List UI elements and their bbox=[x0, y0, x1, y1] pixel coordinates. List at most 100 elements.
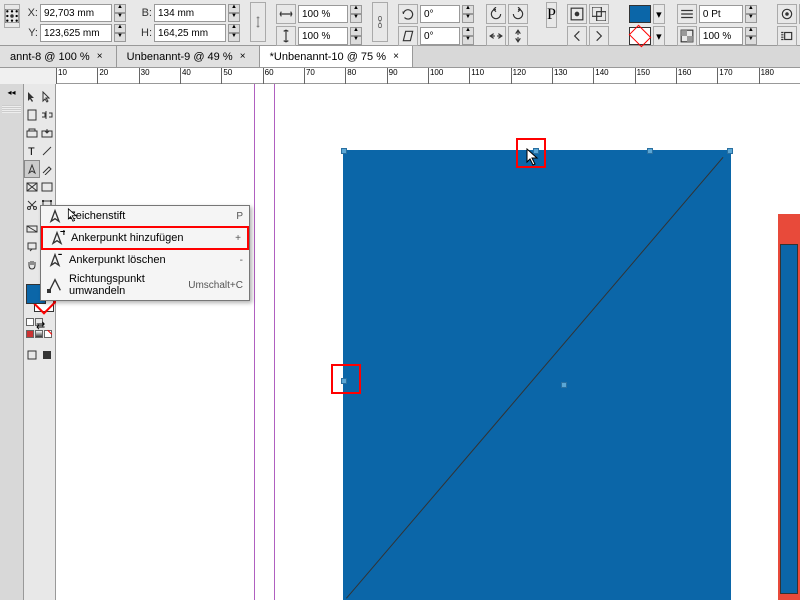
ruler-tick: 20 bbox=[97, 68, 138, 84]
scale-y-stepper[interactable]: ▲▼ bbox=[350, 27, 362, 45]
reference-point-icon[interactable] bbox=[4, 4, 20, 28]
scissors-tool[interactable] bbox=[24, 196, 40, 214]
ruler-tick: 120 bbox=[511, 68, 552, 84]
shear-input[interactable] bbox=[420, 27, 460, 45]
selection-tool[interactable] bbox=[24, 88, 40, 106]
w-stepper[interactable]: ▲▼ bbox=[228, 4, 240, 22]
h-input[interactable] bbox=[154, 24, 226, 42]
fill-dropdown-icon[interactable]: ▾ bbox=[653, 4, 665, 24]
pencil-tool[interactable] bbox=[40, 160, 55, 178]
normal-view-icon[interactable] bbox=[24, 346, 40, 364]
horizontal-ruler[interactable]: 1020304050607080901001101201301401501601… bbox=[56, 68, 800, 84]
tab-doc-2[interactable]: Unbenannt-9 @ 49 % × bbox=[117, 46, 260, 67]
scale-y-input[interactable] bbox=[298, 27, 348, 45]
close-icon[interactable]: × bbox=[94, 51, 106, 63]
anchor-handle[interactable] bbox=[647, 148, 653, 154]
rotate-input[interactable] bbox=[420, 5, 460, 23]
hand-tool[interactable] bbox=[24, 256, 40, 274]
link-scale-icon[interactable] bbox=[372, 2, 388, 42]
type-tool[interactable]: T bbox=[24, 142, 40, 160]
ruler-tick: 160 bbox=[676, 68, 717, 84]
select-next-icon[interactable] bbox=[589, 26, 609, 46]
ruler-tick: 170 bbox=[717, 68, 758, 84]
preview-view-icon[interactable] bbox=[40, 346, 56, 364]
stroke-stepper[interactable]: ▲▼ bbox=[745, 5, 757, 23]
stroke-input[interactable] bbox=[699, 5, 743, 23]
page-tool[interactable] bbox=[24, 106, 40, 124]
w-input[interactable] bbox=[154, 4, 226, 22]
rotate-ccw-icon[interactable] bbox=[486, 4, 506, 24]
apply-gradient-icon[interactable] bbox=[35, 330, 43, 338]
flip-v-icon[interactable] bbox=[508, 26, 528, 46]
cursor-icon bbox=[67, 208, 79, 225]
gradient-swatch-tool[interactable] bbox=[24, 220, 40, 238]
select-container-icon[interactable] bbox=[567, 4, 587, 24]
x-stepper[interactable]: ▲▼ bbox=[114, 4, 126, 22]
rot-stepper[interactable]: ▲▼ bbox=[462, 5, 474, 23]
menu-shortcut: Umschalt+C bbox=[188, 280, 243, 291]
flip-h-icon[interactable] bbox=[486, 26, 506, 46]
ruler-tick: 60 bbox=[263, 68, 304, 84]
opacity-input[interactable] bbox=[699, 27, 743, 45]
paragraph-icon[interactable]: P bbox=[546, 2, 557, 28]
y-stepper[interactable]: ▲▼ bbox=[114, 24, 126, 42]
constrain-icon[interactable] bbox=[250, 2, 266, 42]
menu-label: Ankerpunkt hinzufügen bbox=[71, 232, 229, 244]
stroke-dropdown-icon[interactable]: ▾ bbox=[653, 26, 665, 46]
svg-text:+: + bbox=[60, 230, 65, 241]
note-tool[interactable] bbox=[24, 238, 40, 256]
menu-item-convert-point[interactable]: Richtungspunkt umwandeln Umschalt+C bbox=[41, 270, 249, 300]
rectangle-frame-tool[interactable] bbox=[24, 178, 40, 196]
gap-tool[interactable] bbox=[40, 106, 56, 124]
ruler-tick: 80 bbox=[345, 68, 386, 84]
opacity-stepper[interactable]: ▲▼ bbox=[745, 27, 757, 45]
y-input[interactable] bbox=[40, 24, 112, 42]
text-wrap-icon[interactable] bbox=[777, 26, 797, 46]
menu-shortcut: + bbox=[235, 233, 241, 244]
menu-item-add-anchor[interactable]: + Ankerpunkt hinzufügen + bbox=[41, 226, 249, 250]
anchor-handle[interactable] bbox=[727, 148, 733, 154]
content-placer-tool[interactable] bbox=[40, 124, 56, 142]
tab-doc-1[interactable]: annt-8 @ 100 % × bbox=[0, 46, 117, 67]
anchor-handle[interactable] bbox=[341, 148, 347, 154]
guide-line[interactable] bbox=[274, 84, 275, 600]
x-input[interactable] bbox=[40, 4, 112, 22]
direct-selection-tool[interactable] bbox=[40, 88, 56, 106]
scale-x-stepper[interactable]: ▲▼ bbox=[350, 5, 362, 23]
guide-line[interactable] bbox=[254, 84, 255, 600]
pen-minus-icon: - bbox=[47, 253, 63, 267]
rotate-cw-icon[interactable] bbox=[508, 4, 528, 24]
fill-swatch[interactable] bbox=[629, 5, 651, 23]
stroke-swatch[interactable] bbox=[629, 27, 651, 45]
pen-tool[interactable] bbox=[24, 160, 40, 178]
shear-stepper[interactable]: ▲▼ bbox=[462, 27, 474, 45]
tab-label: annt-8 @ 100 % bbox=[10, 51, 90, 63]
rectangle-tool[interactable] bbox=[40, 178, 56, 196]
content-collector-tool[interactable] bbox=[24, 124, 40, 142]
select-content-icon[interactable] bbox=[589, 4, 609, 24]
tab-label: Unbenannt-9 @ 49 % bbox=[127, 51, 233, 63]
default-fill-icon[interactable] bbox=[26, 318, 34, 326]
menu-label: Zeichenstift bbox=[69, 210, 230, 222]
convert-point-icon bbox=[47, 278, 63, 292]
apply-none-icon[interactable] bbox=[44, 330, 52, 338]
apply-color-icon[interactable] bbox=[26, 330, 34, 338]
ruler-tick: 140 bbox=[593, 68, 634, 84]
panel-collapse-strip[interactable]: ◂◂ bbox=[0, 84, 24, 600]
right-panel-strip bbox=[778, 84, 800, 600]
canvas[interactable] bbox=[56, 84, 800, 600]
h-stepper[interactable]: ▲▼ bbox=[228, 24, 240, 42]
ruler-tick: 90 bbox=[387, 68, 428, 84]
swap-fill-stroke-icon[interactable]: ⇄ bbox=[35, 318, 43, 326]
effects-icon[interactable] bbox=[777, 4, 797, 24]
select-prev-icon[interactable] bbox=[567, 26, 587, 46]
menu-item-delete-anchor[interactable]: - Ankerpunkt löschen - bbox=[41, 250, 249, 270]
anchor-handle[interactable] bbox=[561, 382, 567, 388]
tab-doc-3[interactable]: *Unbenannt-10 @ 75 %× bbox=[260, 46, 413, 67]
close-icon[interactable]: × bbox=[237, 51, 249, 63]
close-icon[interactable]: × bbox=[390, 51, 402, 63]
ruler-tick: 130 bbox=[552, 68, 593, 84]
menu-shortcut: P bbox=[236, 211, 243, 222]
line-tool[interactable] bbox=[40, 142, 56, 160]
scale-x-input[interactable] bbox=[298, 5, 348, 23]
